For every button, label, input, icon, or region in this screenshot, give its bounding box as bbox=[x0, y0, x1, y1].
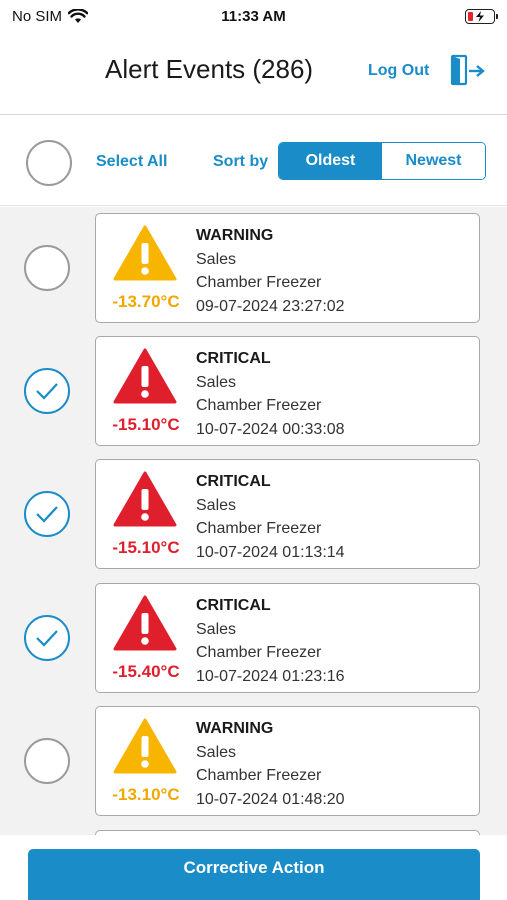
sort-oldest-button[interactable]: Oldest bbox=[279, 143, 382, 179]
sort-newest-button[interactable]: Newest bbox=[382, 143, 485, 179]
temperature-value: -15.10°C bbox=[112, 415, 180, 434]
row-checkbox[interactable] bbox=[24, 738, 70, 784]
alert-department: Sales bbox=[196, 373, 237, 391]
toolbar: Select All Sort by Oldest Newest bbox=[0, 116, 507, 206]
alert-department: Sales bbox=[196, 620, 237, 638]
alert-timestamp: 09-07-2024 23:27:02 bbox=[196, 297, 345, 315]
alert-row: -13.10°C WARNING Sales Chamber Freezer 1… bbox=[0, 706, 507, 816]
alert-card[interactable]: -13.70°C WARNING Sales Chamber Freezer 0… bbox=[95, 213, 480, 323]
battery-icon bbox=[464, 8, 498, 24]
row-checkbox[interactable] bbox=[24, 245, 70, 291]
temperature-value: -13.10°C bbox=[112, 785, 180, 804]
alert-location: Chamber Freezer bbox=[196, 274, 322, 291]
alert-location: Chamber Freezer bbox=[196, 397, 322, 414]
checkmark-icon bbox=[36, 383, 58, 400]
bottom-action-bar: Corrective Action bbox=[0, 835, 507, 900]
alert-location: Chamber Freezer bbox=[196, 767, 322, 784]
alert-card[interactable]: -15.40°C CRITICAL Sales Chamber Freezer … bbox=[95, 583, 480, 693]
page-title: Alert Events (286) bbox=[105, 54, 314, 84]
critical-triangle-icon bbox=[113, 348, 177, 404]
warning-triangle-icon bbox=[113, 225, 177, 281]
temperature-value: -15.10°C bbox=[112, 538, 180, 557]
alert-level: CRITICAL bbox=[196, 350, 271, 367]
temperature-value: -15.40°C bbox=[112, 662, 180, 681]
alert-row: -15.10°C CRITICAL Sales Chamber Freezer … bbox=[0, 459, 507, 569]
alert-location: Chamber Freezer bbox=[196, 644, 322, 661]
alert-row: -15.40°C CRITICAL Sales Chamber Freezer … bbox=[0, 583, 507, 693]
alert-card[interactable]: -13.10°C WARNING Sales Chamber Freezer 1… bbox=[95, 706, 480, 816]
alert-location: Chamber Freezer bbox=[196, 520, 322, 537]
sort-segmented-control: Oldest Newest bbox=[278, 142, 486, 180]
logout-link[interactable]: Log Out bbox=[368, 62, 429, 80]
alert-department: Sales bbox=[196, 496, 237, 514]
alert-timestamp: 10-07-2024 01:48:20 bbox=[196, 790, 345, 808]
sort-label: Sort by bbox=[213, 153, 269, 170]
alert-level: CRITICAL bbox=[196, 597, 271, 614]
alert-timestamp: 10-07-2024 01:13:14 bbox=[196, 543, 345, 561]
checkmark-icon bbox=[36, 630, 58, 647]
status-time: 11:33 AM bbox=[221, 7, 286, 25]
status-bar: No SIM 11:33 AM bbox=[0, 0, 507, 32]
alert-level: WARNING bbox=[196, 227, 274, 244]
alert-row: -13.70°C WARNING Sales Chamber Freezer 0… bbox=[0, 213, 507, 323]
warning-triangle-icon bbox=[113, 718, 177, 774]
critical-triangle-icon bbox=[113, 471, 177, 527]
select-all-label[interactable]: Select All bbox=[96, 153, 167, 171]
status-left: No SIM bbox=[12, 8, 162, 25]
alert-level: CRITICAL bbox=[196, 473, 271, 490]
temperature-value: -13.70°C bbox=[112, 292, 180, 311]
corrective-action-button[interactable]: Corrective Action bbox=[28, 849, 480, 900]
alert-department: Sales bbox=[196, 250, 237, 268]
logout-icon[interactable] bbox=[450, 54, 486, 86]
row-checkbox[interactable] bbox=[24, 615, 70, 661]
carrier-label: No SIM bbox=[12, 7, 63, 25]
select-all-checkbox[interactable] bbox=[26, 140, 72, 186]
alert-level: WARNING bbox=[196, 720, 274, 737]
row-checkbox[interactable] bbox=[24, 368, 70, 414]
status-right bbox=[345, 8, 498, 24]
alert-list[interactable]: -13.70°C WARNING Sales Chamber Freezer 0… bbox=[0, 207, 507, 835]
critical-triangle-icon bbox=[113, 595, 177, 651]
wifi-icon bbox=[68, 8, 89, 23]
alert-row: -15.10°C CRITICAL Sales Chamber Freezer … bbox=[0, 336, 507, 446]
alert-card[interactable]: -15.10°C CRITICAL Sales Chamber Freezer … bbox=[95, 459, 480, 569]
row-checkbox[interactable] bbox=[24, 491, 70, 537]
alert-department: Sales bbox=[196, 743, 237, 761]
alert-timestamp: 10-07-2024 01:23:16 bbox=[196, 667, 345, 685]
alert-card[interactable]: -15.10°C CRITICAL Sales Chamber Freezer … bbox=[95, 336, 480, 446]
header: Alert Events (286) Log Out bbox=[0, 32, 507, 115]
alert-timestamp: 10-07-2024 00:33:08 bbox=[196, 420, 345, 438]
checkmark-icon bbox=[36, 506, 58, 523]
